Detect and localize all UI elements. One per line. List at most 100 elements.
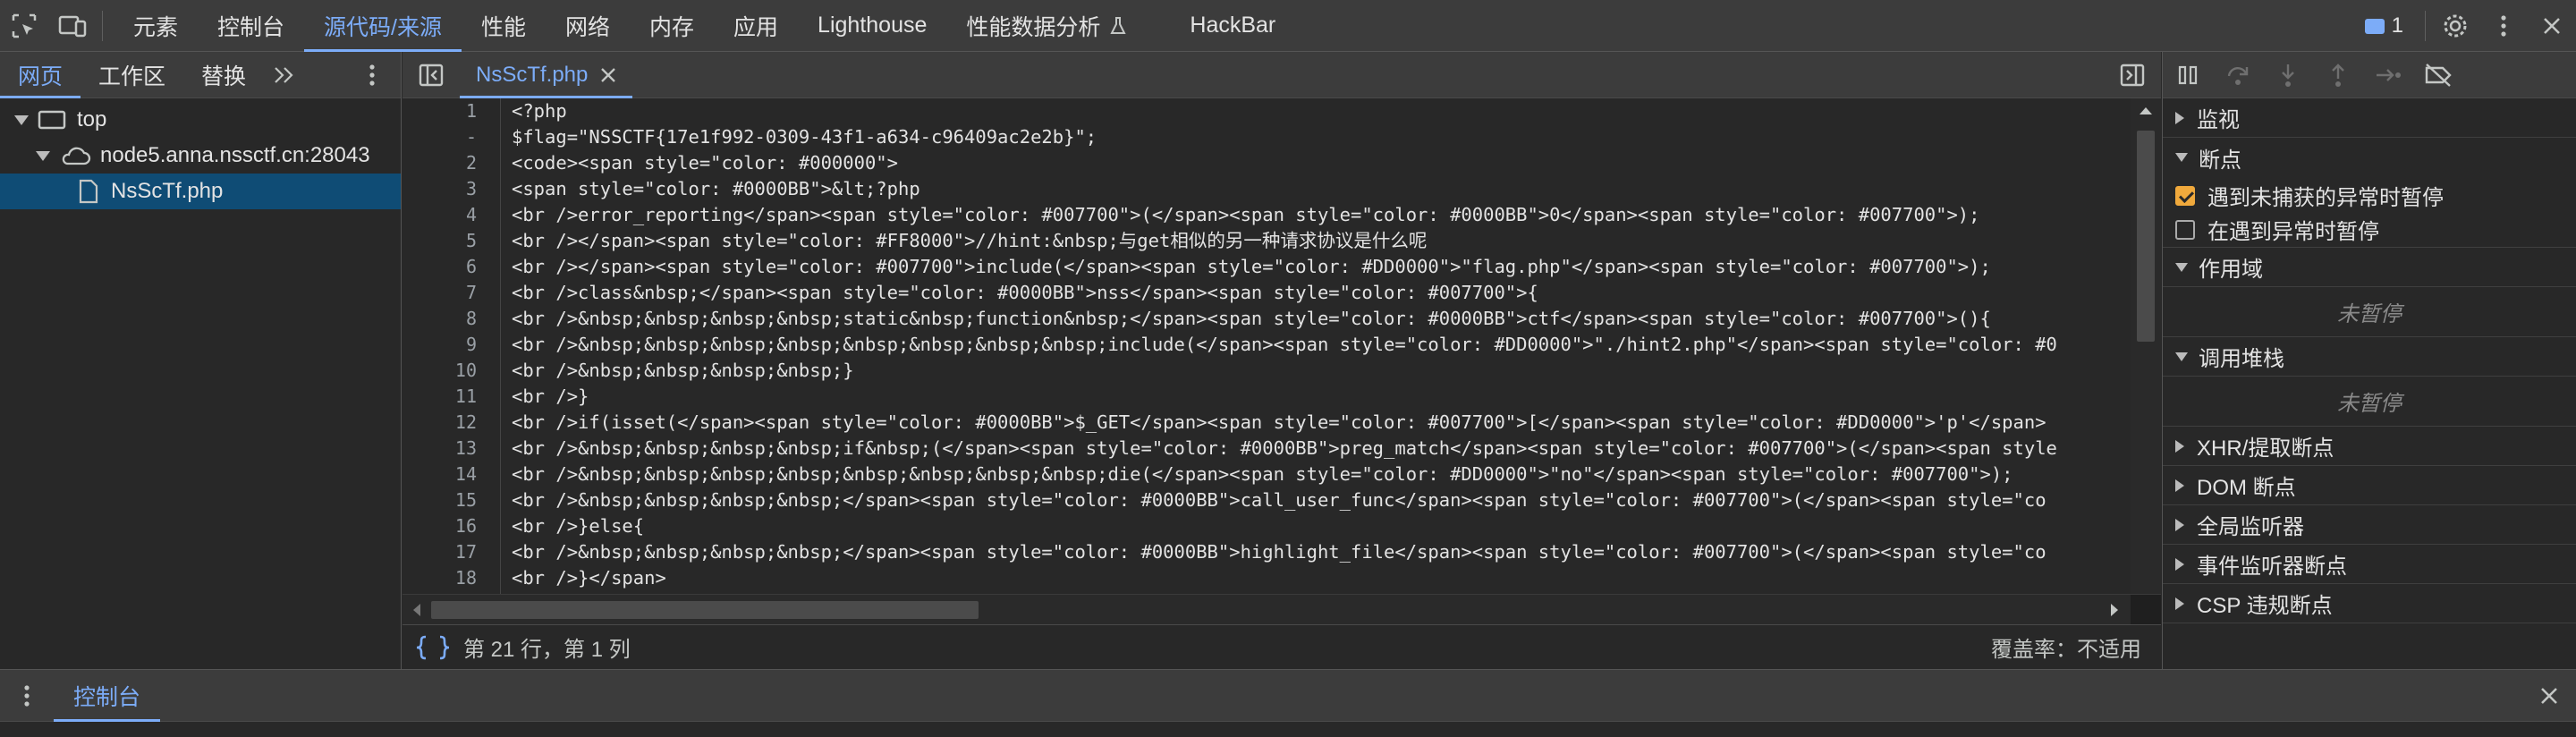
line-number[interactable]: 15	[402, 487, 500, 513]
line-number[interactable]: 1	[402, 98, 500, 124]
pretty-print-braces-icon[interactable]	[415, 634, 451, 661]
drawer-menu-icon[interactable]	[0, 670, 54, 722]
code-line[interactable]: <br /></span><span style="color: #FF8000…	[512, 228, 2122, 254]
step-icon[interactable]	[2363, 52, 2413, 98]
deactivate-breakpoints-icon[interactable]	[2413, 52, 2463, 98]
line-number[interactable]: 10	[402, 358, 500, 384]
step-out-icon[interactable]	[2313, 52, 2363, 98]
toggle-navigator-icon[interactable]	[402, 52, 460, 98]
line-number[interactable]: 14	[402, 462, 500, 487]
code-line[interactable]: <br />&nbsp;&nbsp;&nbsp;&nbsp;if&nbsp;(<…	[512, 436, 2122, 462]
code-line[interactable]: <br />error_reporting</span><span style=…	[512, 202, 2122, 228]
tab-performance-insights[interactable]: 性能数据分析	[946, 0, 1148, 52]
section-scope[interactable]: 作用域	[2163, 248, 2576, 287]
code-lines[interactable]: <?php $flag="NSSCTF{17e1f992-0309-43f1-a…	[512, 98, 2122, 639]
code-line[interactable]: <br />&nbsp;&nbsp;&nbsp;&nbsp;</span><sp…	[512, 539, 2122, 565]
code-line[interactable]: <code><span style="color: #000000">	[512, 150, 2122, 176]
step-into-icon[interactable]	[2263, 52, 2313, 98]
line-number[interactable]: 4	[402, 202, 500, 228]
line-number[interactable]: 13	[402, 436, 500, 462]
code-line[interactable]: <br />}else{	[512, 513, 2122, 539]
tab-application[interactable]: 应用	[714, 0, 798, 52]
tab-lighthouse[interactable]: Lighthouse	[798, 0, 946, 52]
line-number[interactable]: 11	[402, 384, 500, 410]
line-number[interactable]: 18	[402, 565, 500, 591]
scroll-up-arrow-icon[interactable]	[2131, 100, 2161, 122]
horizontal-scrollbar[interactable]	[402, 594, 2161, 625]
line-number[interactable]: 7	[402, 280, 500, 306]
line-number-gutter[interactable]: 1 - 2 3 4 5 6 7 8 9 10 11 12 13 14 15 16…	[402, 98, 501, 639]
line-number[interactable]: 16	[402, 513, 500, 539]
expand-arrow-icon[interactable]	[36, 150, 50, 161]
section-breakpoints[interactable]: 断点	[2163, 138, 2576, 177]
vertical-scrollbar[interactable]	[2131, 98, 2161, 639]
pause-icon[interactable]	[2163, 52, 2213, 98]
close-drawer-icon[interactable]	[2522, 670, 2576, 722]
vertical-scroll-thumb[interactable]	[2137, 131, 2155, 342]
line-number[interactable]: 5	[402, 228, 500, 254]
section-csp-breakpoints[interactable]: CSP 违规断点	[2163, 584, 2576, 623]
code-line[interactable]: <br />&nbsp;&nbsp;&nbsp;&nbsp;}	[512, 358, 2122, 384]
tab-hackbar[interactable]: HackBar	[1170, 0, 1295, 52]
close-devtools-icon[interactable]	[2528, 0, 2576, 52]
section-global-listeners[interactable]: 全局监听器	[2163, 505, 2576, 545]
tree-item-top[interactable]: top	[0, 102, 401, 138]
settings-gear-icon[interactable]	[2431, 0, 2479, 52]
tab-performance[interactable]: 性能	[462, 0, 546, 52]
line-number[interactable]: 2	[402, 150, 500, 176]
tab-elements[interactable]: 元素	[114, 0, 198, 52]
code-view[interactable]: 1 - 2 3 4 5 6 7 8 9 10 11 12 13 14 15 16…	[402, 98, 2161, 639]
more-options-icon[interactable]	[2479, 0, 2528, 52]
code-line[interactable]: <br />&nbsp;&nbsp;&nbsp;&nbsp;&nbsp;&nbs…	[512, 332, 2122, 358]
line-number[interactable]: 6	[402, 254, 500, 280]
line-number[interactable]: 17	[402, 539, 500, 565]
code-line[interactable]: <br />&nbsp;&nbsp;&nbsp;&nbsp;&nbsp;&nbs…	[512, 462, 2122, 487]
scroll-left-arrow-icon[interactable]	[406, 595, 428, 625]
tab-overrides[interactable]: 替换	[183, 52, 264, 98]
inspect-element-icon[interactable]	[0, 0, 48, 52]
horizontal-scroll-thumb[interactable]	[431, 601, 979, 619]
issues-button[interactable]: 1	[2349, 13, 2419, 38]
pause-uncaught-option[interactable]: 遇到未捕获的异常时暂停	[2163, 179, 2576, 212]
code-line[interactable]: <br />&nbsp;&nbsp;&nbsp;&nbsp;static&nbs…	[512, 306, 2122, 332]
line-number[interactable]: 9	[402, 332, 500, 358]
tree-item-host[interactable]: node5.anna.nssctf.cn:28043	[0, 138, 401, 174]
tab-memory[interactable]: 内存	[630, 0, 714, 52]
pause-caught-option[interactable]: 在遇到异常时暂停	[2163, 212, 2576, 248]
tab-console[interactable]: 控制台	[198, 0, 304, 52]
file-tab[interactable]: NsScTf.php	[460, 52, 633, 98]
line-number[interactable]: 3	[402, 176, 500, 202]
code-line[interactable]: <br />if(isset(</span><span style="color…	[512, 410, 2122, 436]
section-watch[interactable]: 监视	[2163, 98, 2576, 138]
code-line[interactable]: <br />}	[512, 384, 2122, 410]
tree-item-file[interactable]: NsScTf.php	[0, 174, 401, 209]
line-number[interactable]: 12	[402, 410, 500, 436]
code-line[interactable]: $flag="NSSCTF{17e1f992-0309-43f1-a634-c9…	[512, 124, 2122, 150]
code-line[interactable]: <br /></span><span style="color: #007700…	[512, 254, 2122, 280]
toggle-debugger-icon[interactable]	[2104, 52, 2161, 98]
section-event-listener-breakpoints[interactable]: 事件监听器断点	[2163, 545, 2576, 584]
drawer-tab-console[interactable]: 控制台	[54, 670, 161, 722]
tab-page[interactable]: 网页	[0, 52, 81, 98]
code-line[interactable]: <br />class&nbsp;</span><span style="col…	[512, 280, 2122, 306]
code-line[interactable]: <span style="color: #0000BB">&lt;?php	[512, 176, 2122, 202]
code-line[interactable]: <br />}</span>	[512, 565, 2122, 591]
expand-arrow-icon[interactable]	[14, 114, 29, 125]
pause-caught-checkbox[interactable]	[2175, 219, 2195, 240]
coverage-status[interactable]: 覆盖率：不适用	[1991, 631, 2141, 663]
line-number[interactable]: -	[402, 124, 500, 150]
tab-network[interactable]: 网络	[546, 0, 630, 52]
step-over-icon[interactable]	[2213, 52, 2263, 98]
section-call-stack[interactable]: 调用堆栈	[2163, 337, 2576, 377]
tab-sources[interactable]: 源代码/来源	[304, 0, 462, 52]
tab-workspace[interactable]: 工作区	[80, 52, 183, 98]
close-tab-icon[interactable]	[600, 67, 616, 83]
more-tabs-chevron-icon[interactable]	[264, 52, 303, 98]
section-dom-breakpoints[interactable]: DOM 断点	[2163, 466, 2576, 505]
code-line[interactable]: <?php	[512, 98, 2122, 124]
pause-uncaught-checkbox[interactable]	[2175, 185, 2195, 206]
line-number[interactable]: 8	[402, 306, 500, 332]
scroll-right-arrow-icon[interactable]	[2104, 595, 2125, 625]
navigator-more-icon[interactable]	[343, 52, 401, 98]
code-line[interactable]: <br />&nbsp;&nbsp;&nbsp;&nbsp;</span><sp…	[512, 487, 2122, 513]
